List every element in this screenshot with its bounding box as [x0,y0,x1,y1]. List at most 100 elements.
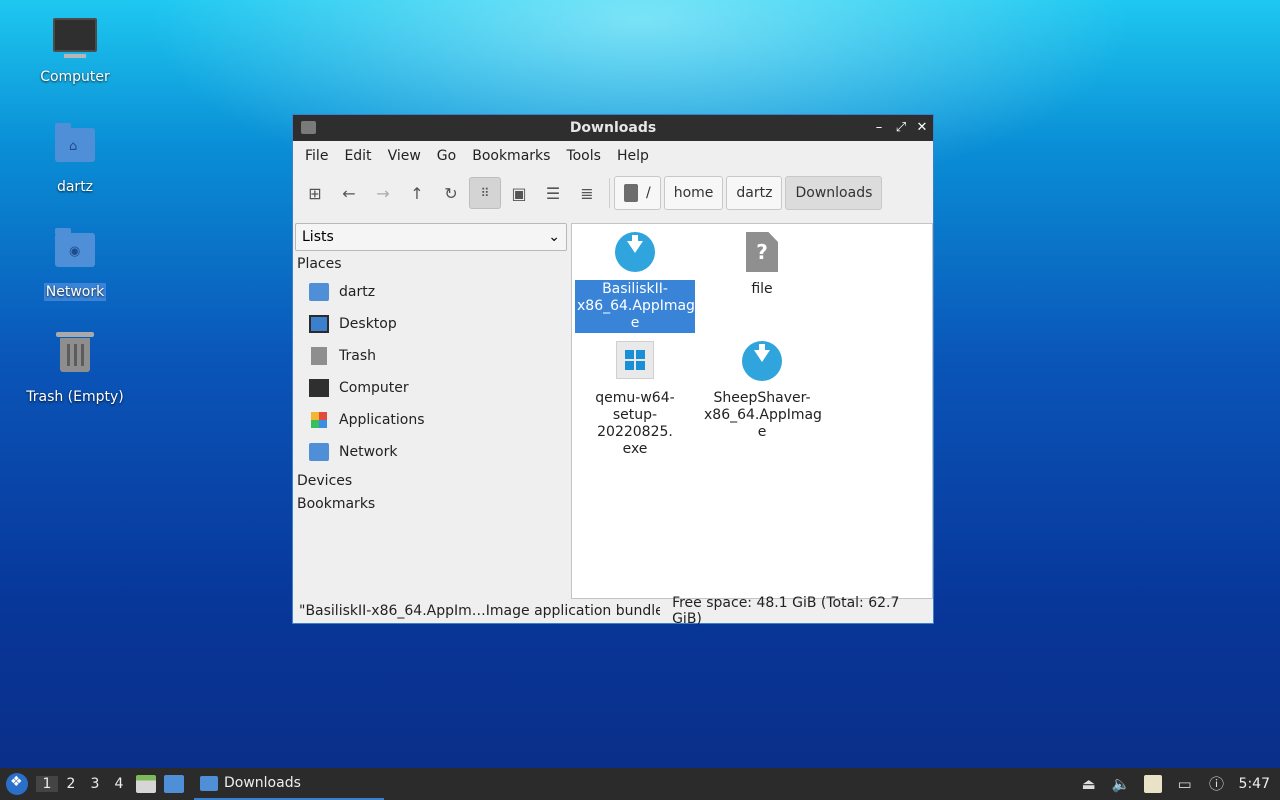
applications-icon [311,412,327,428]
computer-icon [53,18,97,62]
unknown-file-icon: ? [740,232,784,276]
breadcrumb-root[interactable]: / [614,176,661,210]
window-title: Downloads [569,120,657,136]
icon-view-icon[interactable]: ⠿ [469,177,501,209]
menu-tools[interactable]: Tools [558,148,609,164]
desktop-icon-network[interactable]: ◉ Network [20,227,130,301]
sidebar-item-label: dartz [339,284,376,300]
home-folder-icon: ⌂ [53,123,97,172]
desktop-icon-label: Trash (Empty) [26,389,124,405]
sidebar-item-trash[interactable]: Trash [295,340,567,372]
network-folder-icon: ◉ [53,228,97,277]
volume-icon[interactable]: 🔈 [1112,775,1131,793]
file-name: SheepShaver-x86_64.AppImag e [704,390,822,440]
thumbnail-view-icon[interactable]: ▣ [503,177,535,209]
desktop-icon-trash[interactable]: Trash (Empty) [20,332,130,406]
file-item-sheepshaver[interactable]: SheepShaver-x86_64.AppImag e [702,338,822,442]
workspace-1[interactable]: 1 [36,776,58,792]
desktop-icon-label: Network [43,283,107,301]
clock[interactable]: 5:47 [1239,776,1270,792]
menu-view[interactable]: View [380,148,429,164]
desktop-icon-label: Computer [40,69,110,85]
workspace-3[interactable]: 3 [84,776,106,792]
close-button[interactable]: ✕ [912,118,932,138]
toolbar: ⊞ ← → ↑ ↻ ⠿ ▣ ☰ ≣ / home dartz Downloads [293,171,933,215]
free-space-status: Free space: 48.1 GiB (Total: 62.7 GiB) [672,595,900,627]
menu-bookmarks[interactable]: Bookmarks [464,148,558,164]
menu-go[interactable]: Go [429,148,464,164]
file-name: BasiliskII-x86_64.AppImag e [575,280,695,333]
reload-icon[interactable]: ↻ [435,177,467,209]
chevron-down-icon: ⌄ [548,229,560,245]
maximize-button[interactable]: ⤢ [891,118,911,138]
sidebar-item-computer[interactable]: Computer [295,372,567,404]
menu-file[interactable]: File [297,148,336,164]
sidebar-item-applications[interactable]: Applications [295,404,567,436]
system-tray: ⏏ 🔈 ▭ ⓘ 5:47 [1073,768,1280,800]
titlebar[interactable]: Downloads – ⤢ ✕ [293,115,933,141]
clipboard-icon[interactable] [1143,775,1162,793]
network-connection-icon[interactable]: ▭ [1176,775,1194,793]
forward-arrow-icon[interactable]: → [367,177,399,209]
toolbar-separator [609,178,610,208]
trash-icon [311,347,327,365]
breadcrumb-label: Downloads [795,185,873,201]
show-desktop-icon[interactable] [136,775,156,793]
taskbar: 1 2 3 4 Downloads ⏏ 🔈 ▭ ⓘ 5:47 [0,768,1280,800]
home-folder-icon [309,283,329,301]
sidebar-item-label: Trash [339,348,376,364]
sidebar-item-dartz[interactable]: dartz [295,276,567,308]
sidebar-item-label: Computer [339,380,409,396]
folder-icon [301,121,316,134]
windows-exe-icon [613,341,657,385]
detailed-list-view-icon[interactable]: ≣ [571,177,603,209]
appimage-icon [739,338,785,385]
breadcrumb-downloads[interactable]: Downloads [785,176,883,210]
bookmarks-header[interactable]: Bookmarks [295,493,567,516]
file-item-basiliskii[interactable]: BasiliskII-x86_64.AppImag e [575,229,695,333]
menu-help[interactable]: Help [609,148,657,164]
side-pane-mode-label: Lists [302,229,334,245]
back-arrow-icon[interactable]: ← [333,177,365,209]
up-arrow-icon[interactable]: ↑ [401,177,433,209]
file-item-file[interactable]: ? file [702,230,822,299]
sidebar-item-label: Desktop [339,316,397,332]
statusbar: "BasiliskII-x86_64.AppIm…Image applicati… [293,595,933,627]
desktop-icon [309,315,329,333]
notification-icon[interactable]: ⓘ [1208,775,1226,793]
breadcrumb-label: dartz [736,185,773,201]
breadcrumb-dartz[interactable]: dartz [726,176,783,210]
file-manager-launcher-icon[interactable] [164,775,184,793]
workspace-4[interactable]: 4 [108,776,130,792]
new-tab-icon[interactable]: ⊞ [299,177,331,209]
breadcrumb-label: home [673,185,714,201]
desktop-icon-home[interactable]: ⌂ dartz [20,122,130,196]
file-name: file [751,281,773,297]
menu-edit[interactable]: Edit [336,148,379,164]
sidebar-item-label: Network [339,444,398,460]
task-downloads[interactable]: Downloads [194,768,384,800]
folder-icon [200,775,218,791]
breadcrumb-label: / [646,185,651,201]
devices-header[interactable]: Devices [295,470,567,493]
desktop-icon-label: dartz [56,179,94,195]
file-item-qemu[interactable]: qemu-w64- setup-20220825. exe [575,339,695,459]
breadcrumb-home[interactable]: home [663,176,724,210]
task-label: Downloads [224,775,301,791]
desktop-icon-computer[interactable]: Computer [20,18,130,86]
eject-icon[interactable]: ⏏ [1080,775,1098,793]
computer-icon [309,379,329,397]
places-header[interactable]: Places [295,253,567,276]
workspace-2[interactable]: 2 [60,776,82,792]
sidebar-item-network[interactable]: Network [295,436,567,468]
compact-view-icon[interactable]: ☰ [537,177,569,209]
minimize-button[interactable]: – [869,118,889,138]
file-manager-window: Downloads – ⤢ ✕ File Edit View Go Bookma… [292,114,934,627]
sidebar-item-desktop[interactable]: Desktop [295,308,567,340]
menubar: File Edit View Go Bookmarks Tools Help [293,141,933,171]
selection-status: "BasiliskII-x86_64.AppIm…Image applicati… [299,603,661,619]
start-menu-icon[interactable] [6,773,28,795]
sidebar-item-label: Applications [339,412,425,428]
side-pane-mode-select[interactable]: Lists ⌄ [295,223,567,251]
file-view[interactable]: BasiliskII-x86_64.AppImag e ? file qemu-w… [571,223,933,599]
